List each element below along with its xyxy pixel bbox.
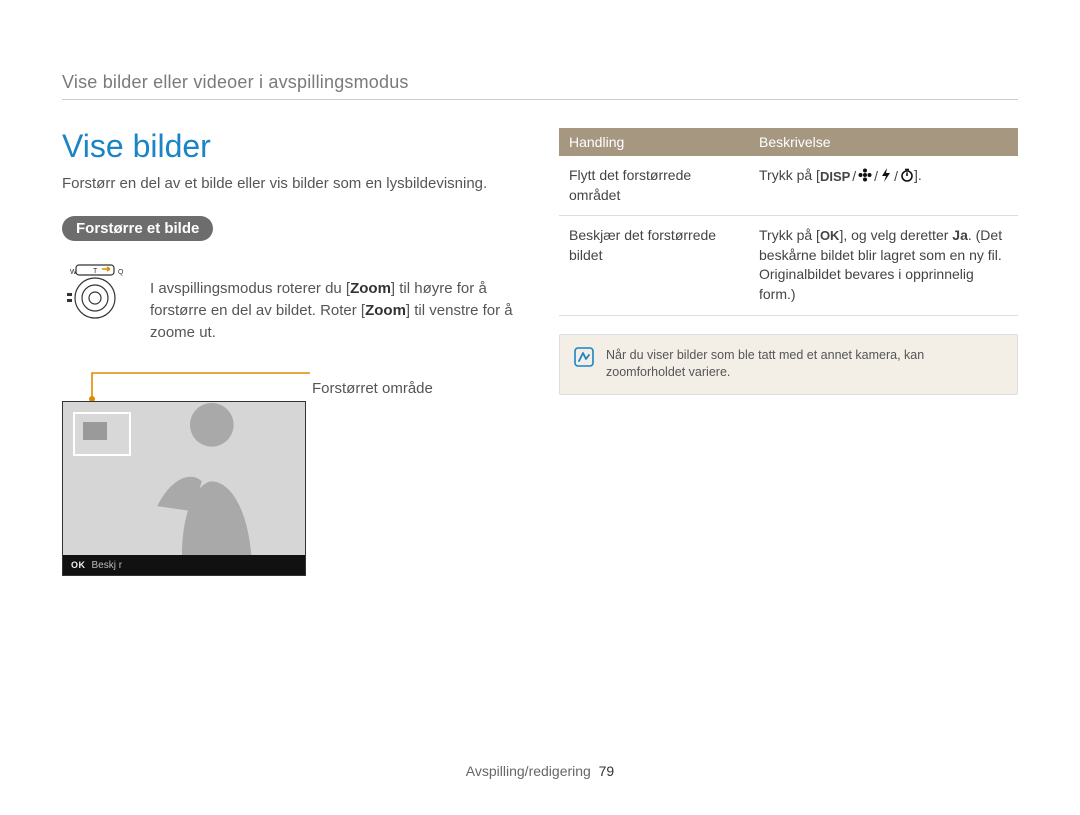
table-row: Flytt det forstørrede området Trykk på [… xyxy=(559,156,1018,216)
table-header-description: Beskrivelse xyxy=(749,128,1018,156)
flash-icon xyxy=(880,168,892,184)
description-cell: Trykk på [ DISP/// ]. xyxy=(749,156,1018,216)
zoom-dial-q-label: Q xyxy=(118,269,124,276)
two-column-layout: Vise bilder Forstørr en del av et bilde … xyxy=(62,128,1018,576)
breadcrumb: Vise bilder eller videoer i avspillingsm… xyxy=(62,72,1018,100)
preview-bar-label: Beskj r xyxy=(92,560,123,571)
intro-text: Forstørr en del av et bilde eller vis bi… xyxy=(62,175,521,192)
preview-wrapper: OK Beskj r xyxy=(62,401,306,576)
note-info-icon xyxy=(574,347,594,367)
zoom-indicator-frame xyxy=(73,412,131,456)
subsection-pill: Forstørre et bilde xyxy=(62,216,213,241)
page-title: Vise bilder xyxy=(62,128,521,165)
table-header-action: Handling xyxy=(559,128,749,156)
left-column: Vise bilder Forstørr en del av et bilde … xyxy=(62,128,521,576)
action-cell: Beskjær det forstørrede bildet xyxy=(559,216,749,315)
direction-icons: DISP/// xyxy=(820,167,914,187)
preview-bottom-bar: OK Beskj r xyxy=(63,555,305,575)
note-text: Når du viser bilder som ble tatt med et … xyxy=(606,347,1003,382)
zoom-dial-icon: W T Q xyxy=(62,263,132,323)
ok-icon: OK xyxy=(71,560,86,570)
ok-icon: OK xyxy=(820,229,840,242)
action-table: Handling Beskrivelse Flytt det forstørre… xyxy=(559,128,1018,316)
zoom-dial-t-label: T xyxy=(93,268,98,275)
table-row: Beskjær det forstørrede bildet Trykk på … xyxy=(559,216,1018,315)
footer-page-number: 79 xyxy=(599,763,615,779)
description-cell: Trykk på [OK], og velg deretter Ja. (Det… xyxy=(749,216,1018,315)
zoom-instruction-text: I avspillingsmodus roterer du [Zoom] til… xyxy=(150,278,521,343)
page: Vise bilder eller videoer i avspillingsm… xyxy=(0,0,1080,815)
footer-section: Avspilling/redigering xyxy=(466,763,591,779)
disp-icon: DISP xyxy=(820,170,850,183)
camera-preview: OK Beskj r xyxy=(62,401,306,576)
zoom-dial-w-label: W xyxy=(70,269,77,276)
callout-label: Forstørret område xyxy=(62,380,521,397)
flower-icon xyxy=(858,168,872,184)
note-box: Når du viser bilder som ble tatt med et … xyxy=(559,334,1018,395)
zoom-instruction-row: W T Q I avspillingsmodus roterer du [Zoo… xyxy=(62,263,521,358)
timer-icon xyxy=(900,168,914,184)
zoom-indicator-inner xyxy=(83,422,107,440)
page-footer: Avspilling/redigering 79 xyxy=(0,763,1080,779)
right-column: Handling Beskrivelse Flytt det forstørre… xyxy=(559,128,1018,576)
action-cell: Flytt det forstørrede området xyxy=(559,156,749,216)
